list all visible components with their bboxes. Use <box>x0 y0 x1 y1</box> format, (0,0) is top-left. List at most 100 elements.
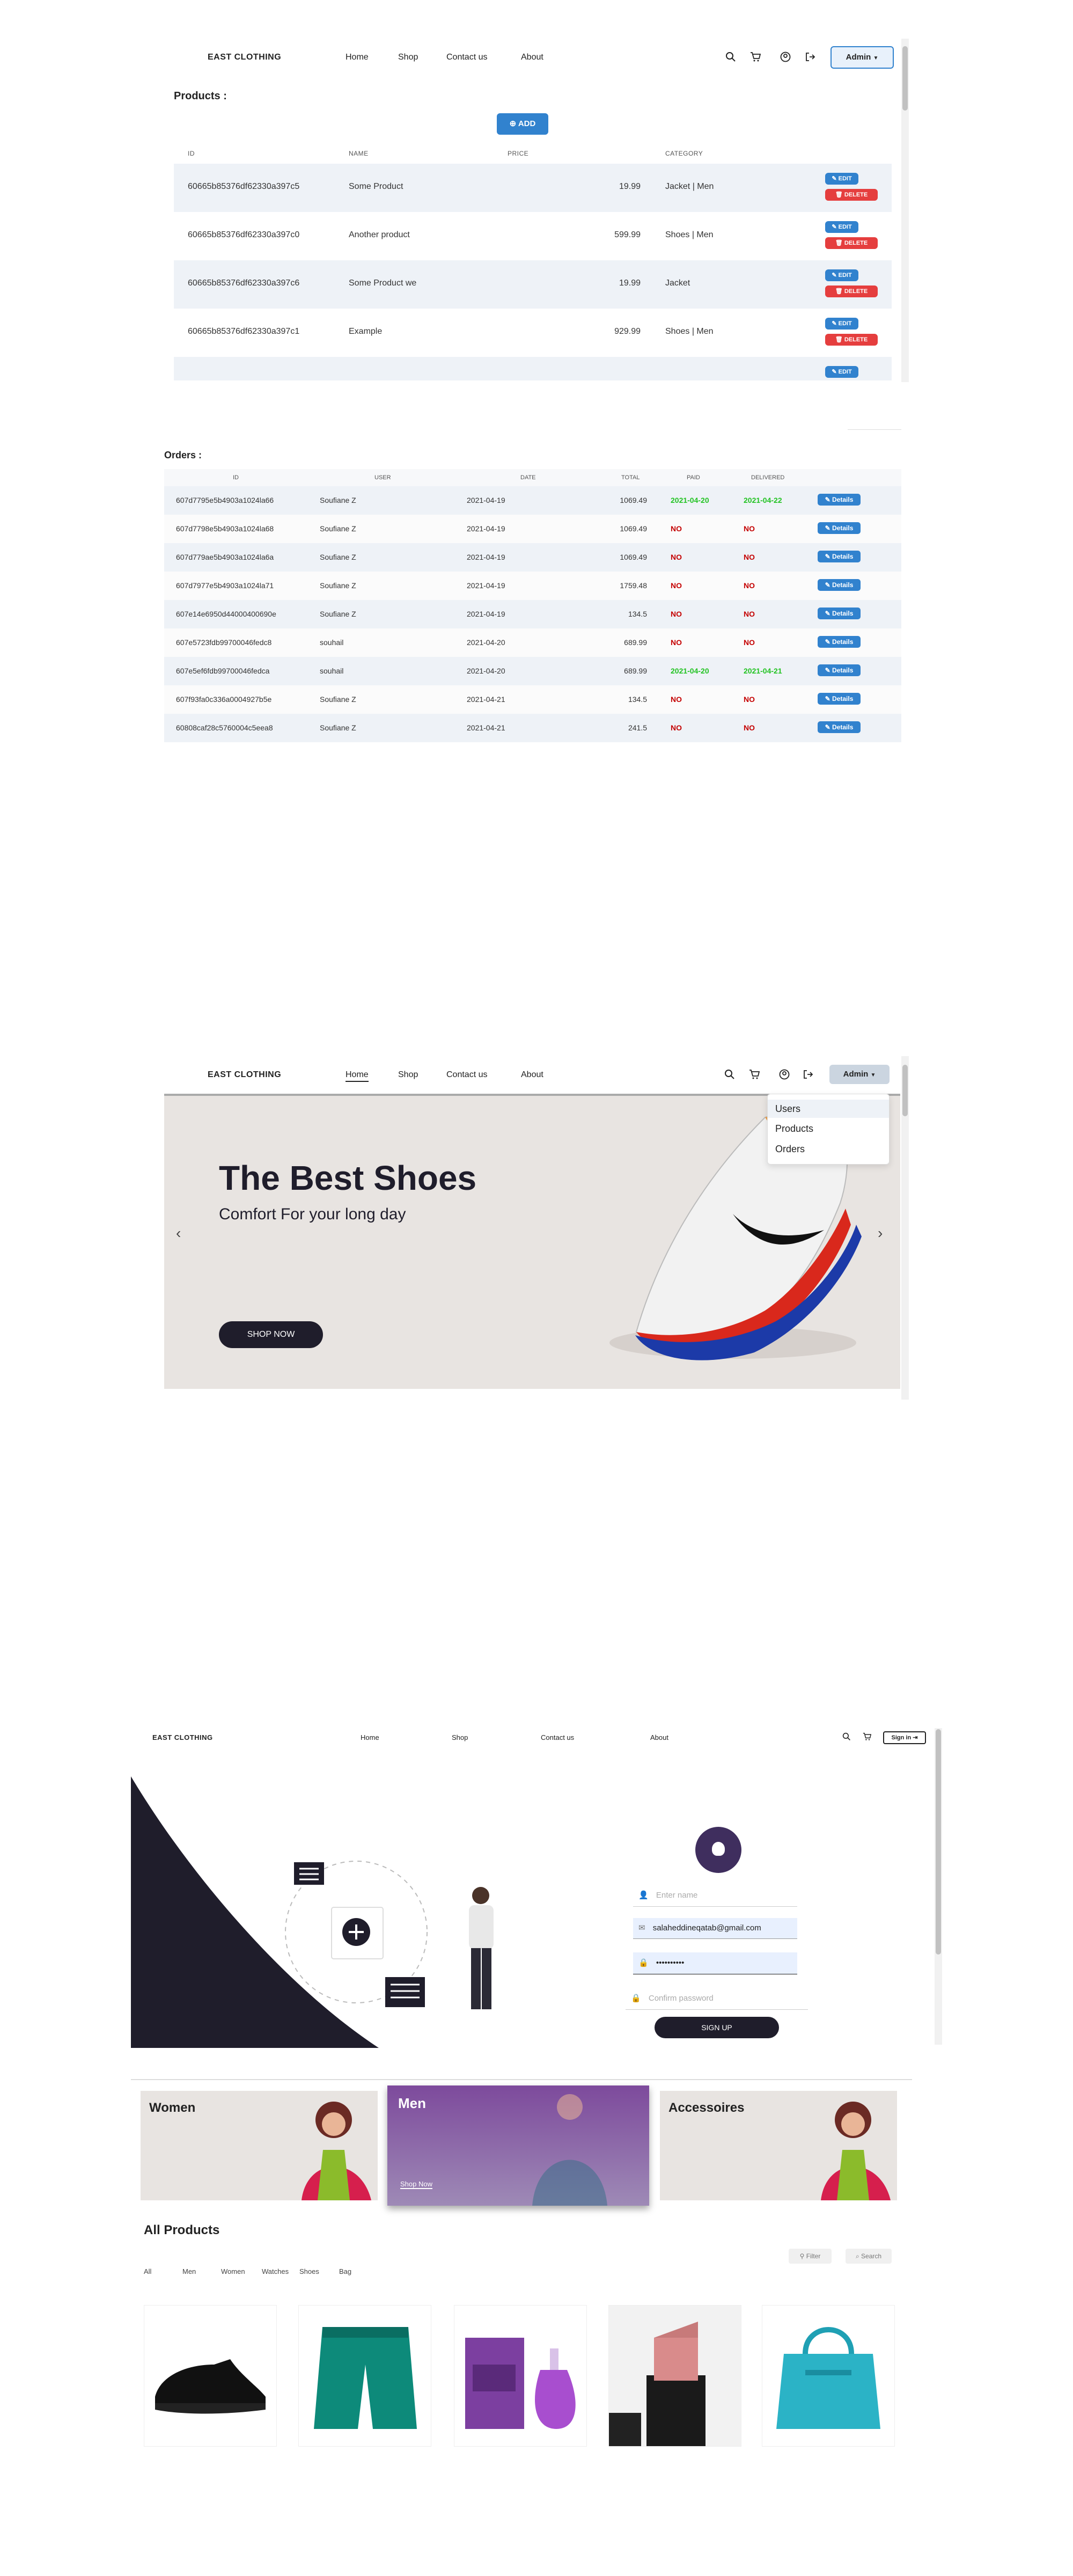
table-row: 607f93fa0c336a0004927b5e Soufiane Z 2021… <box>164 685 901 714</box>
menu-item-products[interactable]: Products <box>775 1123 813 1135</box>
nav-contact[interactable]: Contact us <box>541 1733 574 1741</box>
user-icon[interactable] <box>780 52 791 62</box>
cart-icon[interactable] <box>863 1732 871 1741</box>
menu-item-users[interactable]: Users <box>768 1100 889 1118</box>
order-paid: 2021-04-20 <box>671 496 709 504</box>
details-label: Details <box>832 553 854 560</box>
brand-logo[interactable]: EAST CLOTHING <box>152 1733 213 1741</box>
brand-logo[interactable]: EAST CLOTHING <box>208 1070 281 1080</box>
delete-button[interactable]: 🗑 DELETE <box>825 286 878 297</box>
user-icon[interactable] <box>779 1069 790 1080</box>
all-products-title: All Products <box>144 2223 220 2237</box>
edit-button[interactable]: ✎ EDIT <box>825 269 858 281</box>
shop-now-button[interactable]: SHOP NOW <box>219 1321 323 1348</box>
nav-shop[interactable]: Shop <box>398 53 418 62</box>
search-icon[interactable] <box>842 1732 851 1741</box>
search-icon[interactable] <box>724 1069 735 1080</box>
scrollbar-thumb[interactable] <box>902 1065 908 1116</box>
pencil-icon: ✎ <box>825 667 831 674</box>
bag-image <box>776 2327 880 2429</box>
filter-tab-women[interactable]: Women <box>221 2267 245 2275</box>
nav-about[interactable]: About <box>650 1733 668 1741</box>
nav-home[interactable]: Home <box>346 53 369 62</box>
product-card-shorts[interactable] <box>298 2305 431 2447</box>
menu-item-orders[interactable]: Orders <box>775 1144 805 1155</box>
sign-up-button[interactable]: SIGN UP <box>655 2017 779 2038</box>
admin-dropdown-button[interactable]: Admin ▼ <box>829 1065 890 1084</box>
details-button[interactable]: ✎ Details <box>818 608 861 619</box>
column-header-category: CATEGORY <box>665 150 703 157</box>
trash-icon: 🗑 <box>835 288 843 295</box>
brand-logo[interactable]: EAST CLOTHING <box>208 53 281 62</box>
scrollbar-thumb[interactable] <box>902 46 908 111</box>
search-button[interactable]: ⌕ Search <box>846 2249 892 2264</box>
scrollbar-thumb[interactable] <box>936 1729 941 1955</box>
nav-home[interactable]: Home <box>361 1733 379 1741</box>
nav-contact[interactable]: Contact us <box>446 1070 487 1080</box>
delete-button[interactable]: 🗑 DELETE <box>825 334 878 346</box>
product-card-shoe[interactable] <box>144 2305 277 2447</box>
details-button[interactable]: ✎ Details <box>818 522 861 534</box>
filter-label: Filter <box>806 2252 821 2260</box>
column-header-delivered: DELIVERED <box>751 474 785 481</box>
product-category: Shoes | Men <box>665 327 714 336</box>
nav-shop[interactable]: Shop <box>452 1733 468 1741</box>
category-card-women[interactable]: Women <box>141 2091 378 2200</box>
admin-label: Admin <box>846 53 871 62</box>
table-row: 60808caf28c5760004c5eea8 Soufiane Z 2021… <box>164 714 901 742</box>
details-button[interactable]: ✎ Details <box>818 664 861 676</box>
edit-button[interactable]: ✎ EDIT <box>825 318 858 330</box>
nav-contact[interactable]: Contact us <box>446 53 487 62</box>
nav-about[interactable]: About <box>521 53 543 62</box>
details-button[interactable]: ✎ Details <box>818 693 861 705</box>
edit-button[interactable]: ✎ EDIT <box>825 173 858 185</box>
product-card-bag[interactable] <box>762 2305 895 2447</box>
cart-icon[interactable] <box>749 1069 760 1080</box>
filter-tab-bag[interactable]: Bag <box>339 2267 351 2275</box>
carousel-prev-arrow[interactable]: ‹ <box>176 1225 181 1242</box>
confirm-password-field[interactable]: 🔒 Confirm password <box>626 1988 808 2010</box>
delete-button[interactable]: 🗑 DELETE <box>825 237 878 249</box>
category-card-men[interactable]: Men Shop Now <box>387 2085 649 2206</box>
filter-tab-all[interactable]: All <box>144 2267 151 2275</box>
nav-shop[interactable]: Shop <box>398 1070 418 1080</box>
details-button[interactable]: ✎ Details <box>818 579 861 591</box>
nav-about[interactable]: About <box>521 1070 543 1080</box>
category-card-accessoires[interactable]: Accessoires <box>660 2091 897 2200</box>
nav-home[interactable]: Home <box>346 1070 369 1082</box>
edit-button[interactable]: ✎ EDIT <box>825 366 858 378</box>
details-button[interactable]: ✎ Details <box>818 636 861 648</box>
filter-tab-watches[interactable]: Watches <box>262 2267 289 2275</box>
column-header-name: NAME <box>349 150 369 157</box>
search-icon[interactable] <box>725 52 736 62</box>
details-button[interactable]: ✎ Details <box>818 721 861 733</box>
order-date: 2021-04-19 <box>467 610 505 618</box>
logout-icon[interactable] <box>803 1069 813 1080</box>
sign-in-button[interactable]: Sign in ⇥ <box>883 1731 926 1744</box>
search-icon: ⌕ <box>855 2252 859 2260</box>
product-price: 19.99 <box>619 279 641 288</box>
filter-tab-shoes[interactable]: Shoes <box>299 2267 319 2275</box>
product-card-lipstick[interactable] <box>608 2305 741 2447</box>
delete-button[interactable]: 🗑 DELETE <box>825 189 878 201</box>
cart-icon[interactable] <box>750 52 761 62</box>
details-button[interactable]: ✎ Details <box>818 494 861 506</box>
filter-tab-men[interactable]: Men <box>182 2267 196 2275</box>
name-field[interactable]: 👤 Enter name <box>633 1885 797 1907</box>
order-date: 2021-04-19 <box>467 524 505 533</box>
edit-button[interactable]: ✎ EDIT <box>825 221 858 233</box>
filter-button[interactable]: ⚲ Filter <box>789 2249 832 2264</box>
details-button[interactable]: ✎ Details <box>818 551 861 562</box>
edit-label: EDIT <box>838 320 852 327</box>
admin-dropdown-button[interactable]: Admin ▼ <box>831 46 894 69</box>
product-card-perfume[interactable] <box>454 2305 587 2447</box>
logout-icon[interactable] <box>805 52 815 62</box>
password-field[interactable]: 🔒 •••••••••• <box>633 1952 797 1974</box>
men-shop-now-link[interactable]: Shop Now <box>400 2180 432 2189</box>
email-field[interactable]: ✉ salaheddineqatab@gmail.com <box>633 1918 797 1939</box>
carousel-next-arrow[interactable]: › <box>878 1225 883 1242</box>
add-product-button[interactable]: ⊕ ADD <box>497 113 548 135</box>
order-delivered: NO <box>744 610 755 618</box>
orders-title: Orders : <box>164 450 202 460</box>
trash-icon: 🗑 <box>835 192 843 198</box>
